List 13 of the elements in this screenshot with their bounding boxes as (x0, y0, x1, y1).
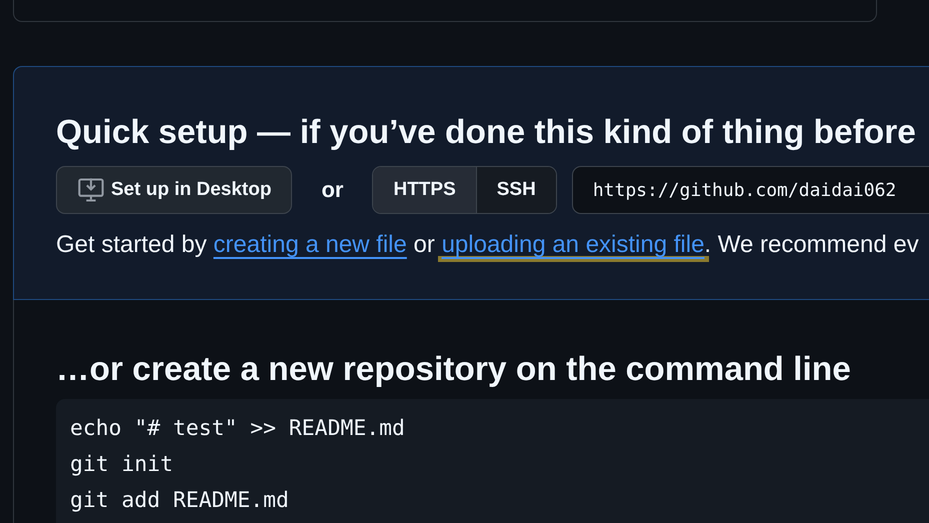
intro-text: Get started by creating a new file or uploading an existing file. We recommend ev (56, 230, 929, 260)
section-heading: …or create a new repository on the command line (56, 350, 852, 390)
protocol-tab[interactable]: HTTPS (373, 167, 477, 213)
desktop-download-icon (77, 176, 105, 204)
desktop-button[interactable]: Set up in Desktop (56, 166, 292, 214)
code-line: git add README.md (70, 487, 290, 515)
protocol-tab[interactable]: SSH (476, 167, 556, 213)
code-line: git init (70, 451, 174, 479)
code-line: echo "# test" >> README.md (70, 415, 406, 443)
link[interactable]: creating a new file (213, 231, 407, 258)
or-label: or (321, 177, 344, 203)
clone-url-field[interactable]: https://github.com/daidai062 (572, 166, 929, 214)
section-heading: Quick setup — if you’ve done this kind of thing before (56, 113, 917, 153)
